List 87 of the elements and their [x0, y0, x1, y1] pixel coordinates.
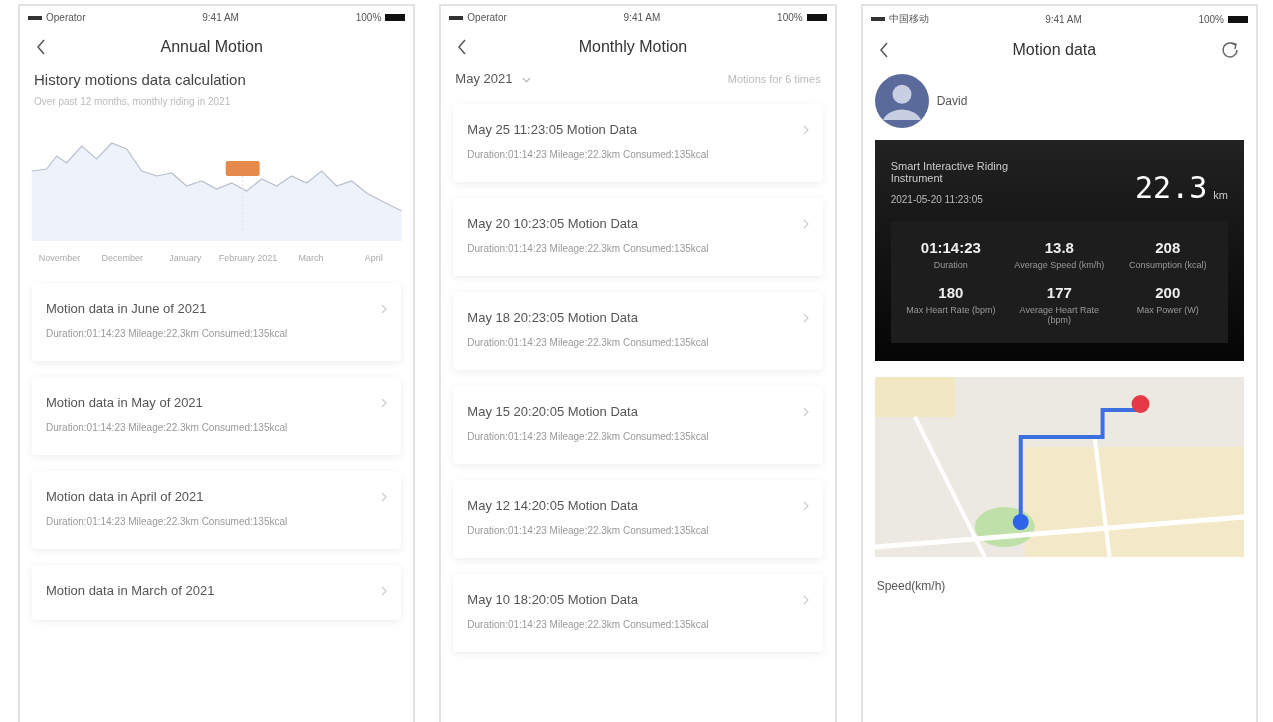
stat-value: 13.8 [1044, 239, 1074, 256]
back-icon[interactable] [457, 38, 468, 56]
axis-label: February 2021 [218, 253, 279, 263]
back-icon[interactable] [36, 38, 46, 56]
battery-percent: 100% [777, 12, 803, 23]
stat-value: 208 [1155, 239, 1181, 256]
record-title: May 15 20:20:05 Motion Data [467, 404, 638, 419]
carrier-name: Operator [46, 12, 86, 23]
screen-title: Motion data [1011, 41, 1098, 59]
chevron-icon [381, 397, 388, 408]
status-time: 9:41 AM [622, 12, 662, 23]
battery-percent: 100% [1198, 13, 1224, 25]
chevron-icon [381, 303, 388, 314]
stat-label: Average Speed (km/h) [1014, 260, 1105, 270]
motion-record-card[interactable]: May 25 11:23:05 Motion Data Duration:01:14:23 Mileage:22.3km Consumed:135kcal [453, 104, 823, 182]
record-summary: Duration:01:14:23 Mileage:22.3km Consumed:135kcal [467, 525, 710, 536]
distance-unit: km [1213, 189, 1228, 203]
stat-label: Max Heart Rate (bpm) [905, 305, 996, 315]
record-summary: Duration:01:14:23 Mileage:22.3km Consumed:135kcal [467, 149, 710, 160]
motion-record-card[interactable]: May 18 20:23:05 Motion Data Duration:01:14:23 Mileage:22.3km Consumed:135kcal [453, 292, 823, 370]
record-title: Motion data in April of 2021 [46, 489, 204, 504]
stat-label: Max Power (W) [1135, 305, 1200, 315]
stat-value: 177 [1046, 284, 1072, 301]
avatar-icon [874, 74, 929, 128]
motion-record-card[interactable]: May 20 10:23:05 Motion Data Duration:01:14:23 Mileage:22.3km Consumed:135kcal [453, 198, 823, 276]
stat-label: Average Heart Rate (bpm) [1018, 305, 1100, 325]
motion-record-card[interactable]: Motion data in May of 2021 Duration:01:14:23 Mileage:22.3km Consumed:135kcal [32, 377, 402, 455]
motion-record-card[interactable]: May 12 14:20:05 Motion Data Duration:01:14:23 Mileage:22.3km Consumed:135kcal [453, 480, 823, 558]
section-heading: Speed(km/h) [875, 578, 947, 595]
axis-label: April [363, 253, 384, 263]
chevron-icon [802, 406, 809, 417]
chevron-icon [802, 500, 809, 511]
caret-icon [522, 76, 532, 83]
motion-record-card[interactable]: Motion data in April of 2021 Duration:01:14:23 Mileage:22.3km Consumed:135kcal [32, 471, 402, 549]
record-summary: Duration:01:14:23 Mileage:22.3km Consumed:135kcal [467, 619, 710, 630]
section-heading: History motions data calculation [33, 71, 247, 88]
stat-value: 200 [1155, 284, 1181, 301]
chevron-icon [802, 218, 809, 229]
distance-value: 22.3 [1135, 170, 1208, 205]
ride-date: 2021-05-20 11:23:05 [890, 194, 984, 205]
user-name: David [936, 94, 968, 108]
stat-label: Duration [932, 260, 969, 270]
axis-label: January [168, 253, 203, 263]
carrier-name: 中国移动 [888, 12, 929, 26]
chevron-icon [802, 594, 809, 605]
chevron-icon [802, 124, 809, 135]
back-icon[interactable] [878, 41, 889, 59]
section-subheading: Over past 12 months, monthly riding in 2021 [33, 95, 232, 107]
battery-icon [806, 14, 827, 21]
chevron-icon [381, 585, 388, 596]
record-title: May 25 11:23:05 Motion Data [467, 122, 637, 137]
device-name: Smart Interactive Riding Instrument [890, 160, 1010, 184]
record-title: May 18 20:23:05 Motion Data [467, 310, 638, 325]
motion-record-card[interactable]: May 10 18:20:05 Motion Data Duration:01:14:23 Mileage:22.3km Consumed:135kcal [453, 574, 823, 652]
record-title: Motion data in June of 2021 [46, 301, 207, 316]
chevron-icon [802, 312, 809, 323]
battery-icon [1228, 15, 1248, 23]
chevron-icon [381, 491, 388, 502]
motion-record-card[interactable]: Motion data in June of 2021 Duration:01:14:23 Mileage:22.3km Consumed:135kcal [32, 283, 402, 361]
battery-percent: 100% [355, 12, 382, 23]
motion-record-card[interactable]: May 15 20:20:05 Motion Data Duration:01:14:23 Mileage:22.3km Consumed:135kcal [453, 386, 823, 464]
motion-record-card[interactable]: Motion data in March of 2021 [32, 565, 402, 620]
carrier-name: Operator [467, 12, 507, 23]
status-time: 9:41 AM [201, 12, 240, 23]
record-summary: Duration:01:14:23 Mileage:22.3km Consumed:135kcal [46, 422, 289, 433]
screen-title: Annual Motion [159, 38, 264, 56]
axis-label: December [100, 253, 145, 263]
record-summary: Duration:01:14:23 Mileage:22.3km Consumed:135kcal [46, 516, 289, 527]
record-summary: Duration:01:14:23 Mileage:22.3km Consumed:135kcal [467, 243, 710, 254]
record-summary: Duration:01:14:23 Mileage:22.3km Consumed:135kcal [46, 328, 289, 339]
battery-icon [385, 14, 406, 21]
record-title: May 12 14:20:05 Motion Data [467, 498, 638, 513]
record-title: Motion data in May of 2021 [46, 395, 203, 410]
status-time: 9:41 AM [1044, 13, 1083, 25]
stat-value: 01:14:23 [920, 239, 981, 256]
month-picker[interactable]: May 2021 [455, 71, 532, 86]
record-title: Motion data in March of 2021 [46, 583, 215, 598]
stat-value: 180 [938, 284, 964, 301]
motion-count: Motions for 6 times [727, 72, 821, 85]
record-title: May 20 10:23:05 Motion Data [467, 216, 638, 231]
record-summary: Duration:01:14:23 Mileage:22.3km Consumed:135kcal [467, 337, 710, 348]
axis-label: March [297, 253, 325, 263]
axis-label: November [37, 253, 82, 263]
record-summary: Duration:01:14:23 Mileage:22.3km Consumed:135kcal [467, 431, 710, 442]
record-title: May 10 18:20:05 Motion Data [467, 592, 638, 607]
screen-title: Monthly Motion [577, 38, 689, 56]
stat-label: Consumption (kcal) [1128, 260, 1208, 270]
